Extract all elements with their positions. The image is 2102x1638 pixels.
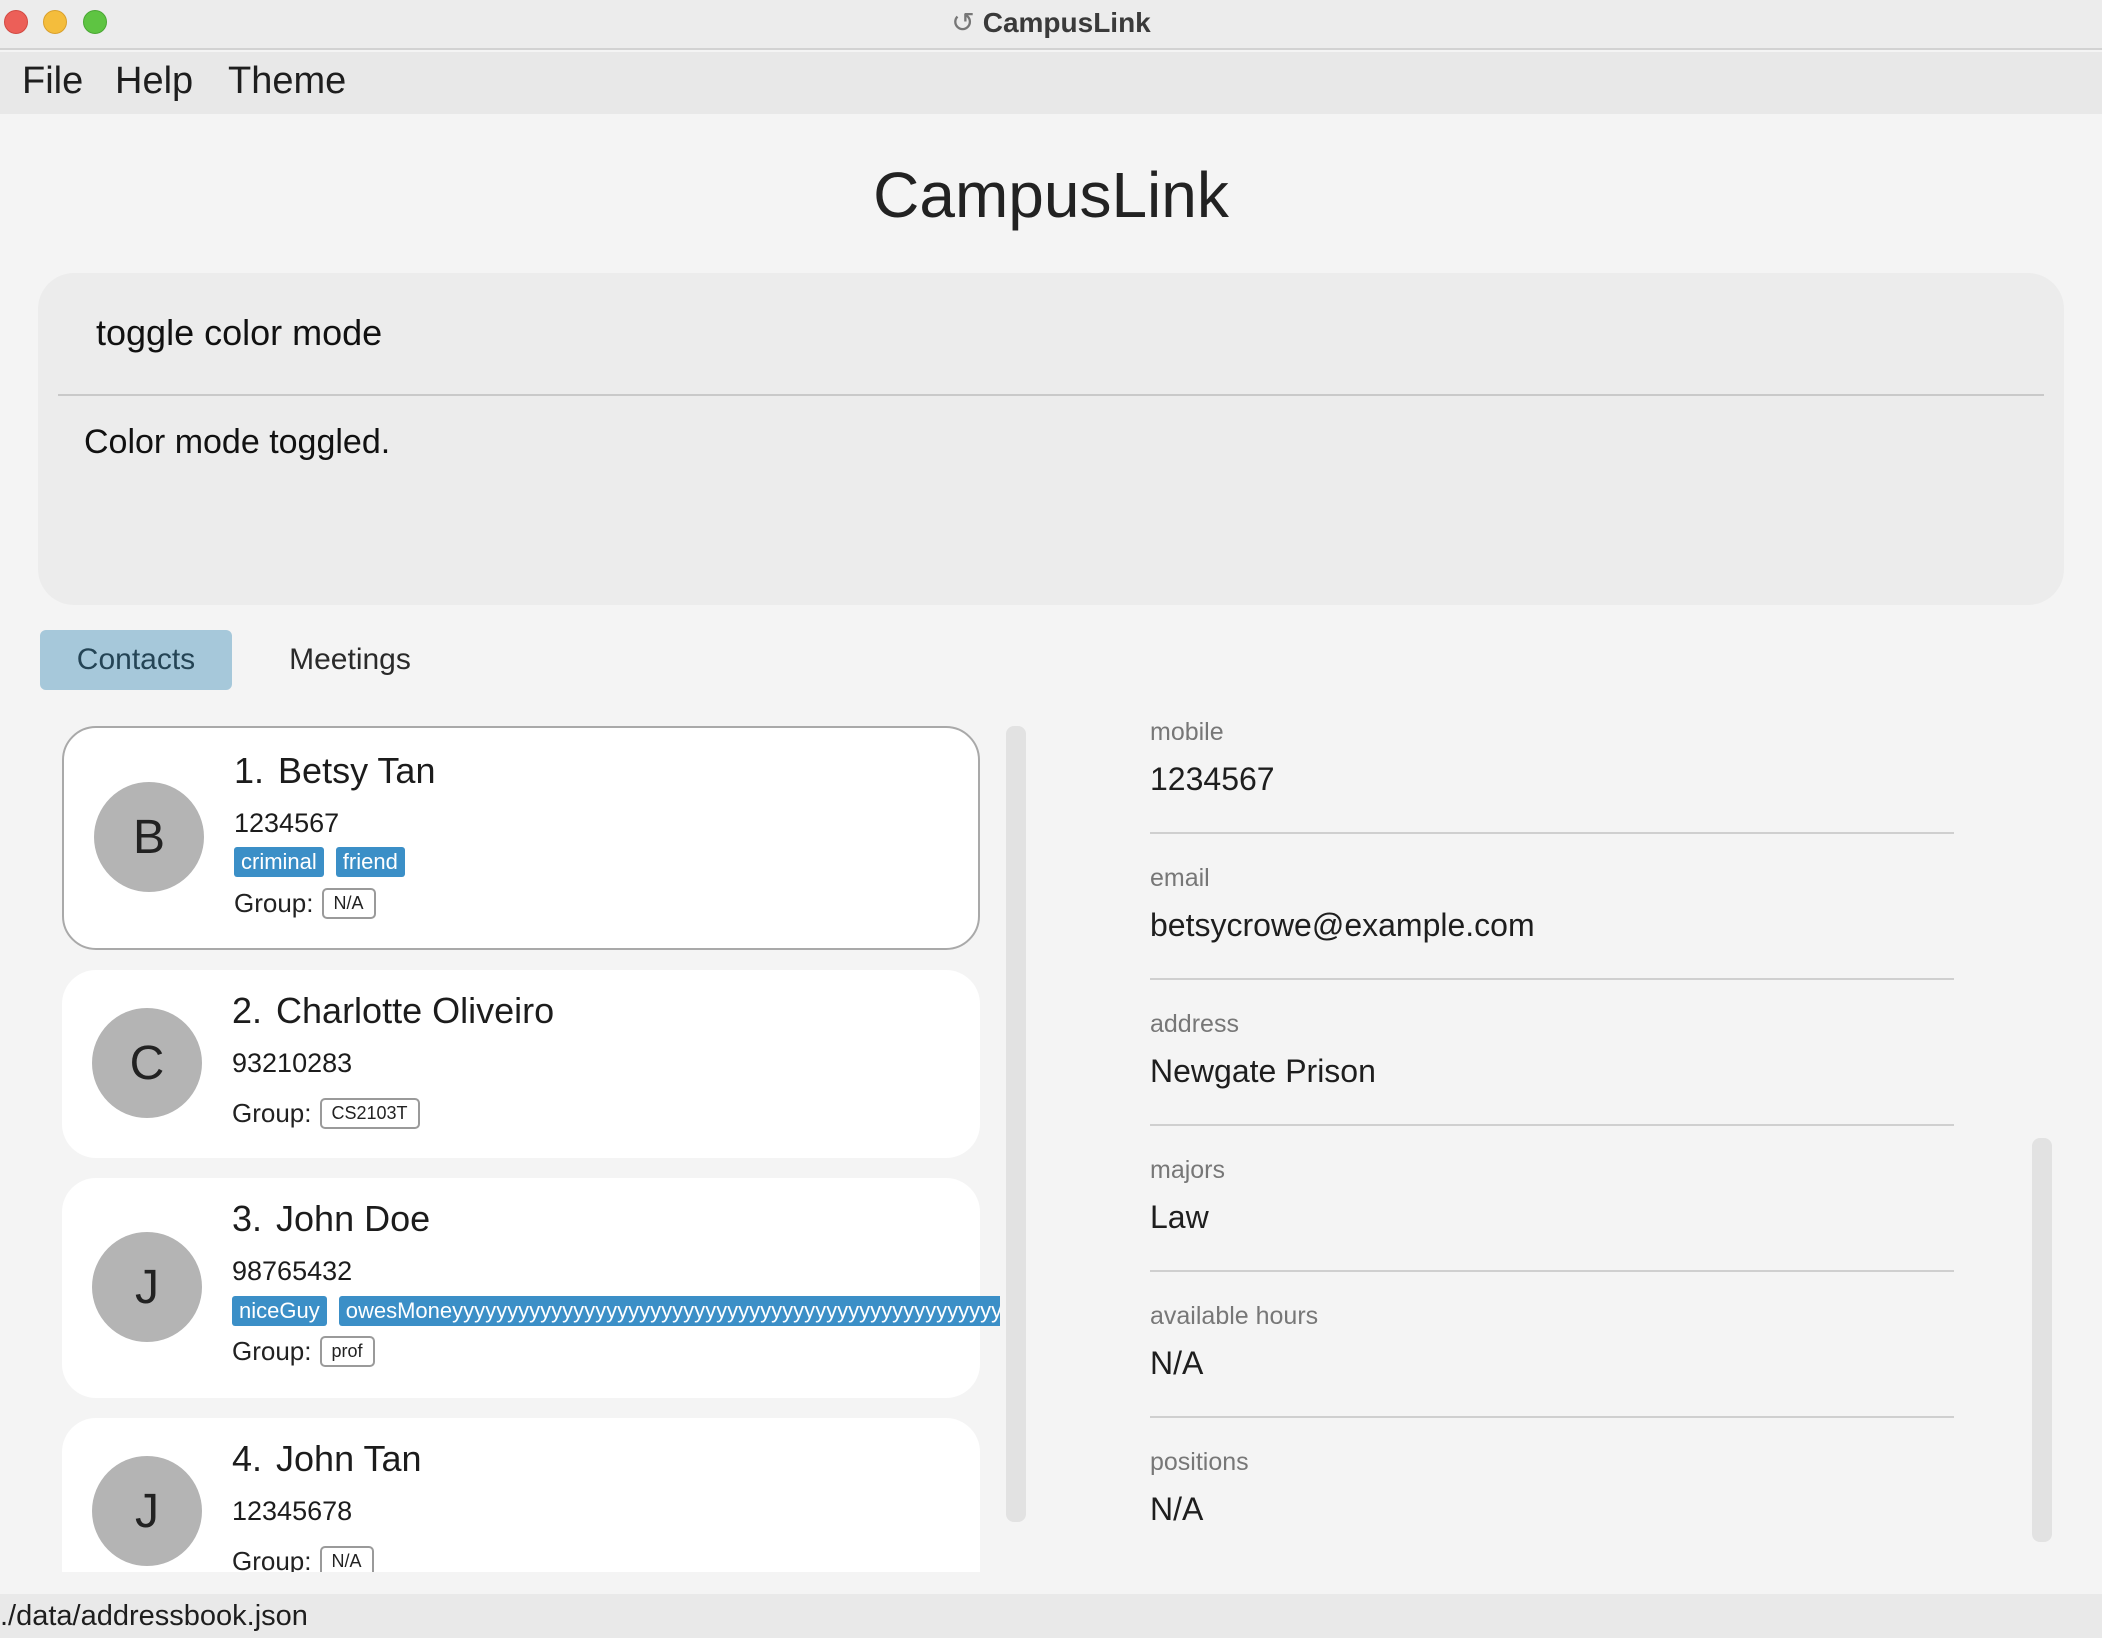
group-badge: N/A [319, 1546, 374, 1572]
contact-phone: 1234567 [234, 808, 340, 838]
tag-badge: owesMoneyyyyyyyyyyyyyyyyyyyyyyyyyyyyyyyy… [338, 1296, 1000, 1326]
tag-list: niceGuy owesMoneyyyyyyyyyyyyyyyyyyyyyyyy… [232, 1296, 1000, 1326]
menu-file[interactable]: File [22, 60, 83, 103]
contact-phone: 93210283 [232, 1048, 353, 1078]
avatar: B [94, 782, 204, 892]
detail-address: address Newgate Prison [1150, 1010, 1954, 1126]
contact-list: B 1. Betsy Tan 1234567 criminal friend Gr… [40, 712, 1000, 1572]
contact-name: 1. Betsy Tan [234, 750, 436, 791]
group-row: Group: CS2103T [232, 1098, 420, 1129]
window-title: ↺ CampusLink [951, 7, 1151, 38]
detail-value: Newgate Prison [1150, 1053, 1376, 1089]
detail-value: 1234567 [1150, 761, 1275, 797]
group-badge: CS2103T [319, 1098, 420, 1129]
detail-value: betsycrowe@example.com [1150, 907, 1535, 943]
detail-divider [1150, 1270, 1954, 1272]
tag-badge: niceGuy [232, 1296, 327, 1326]
contact-card-3[interactable]: J 3. John Doe 98765432 niceGuy owesMoneyy… [62, 1178, 1000, 1398]
contact-phone: 98765432 [232, 1256, 353, 1286]
detail-label: address [1150, 1010, 1239, 1038]
detail-label: positions [1150, 1448, 1249, 1476]
detail-majors: majors Law [1150, 1156, 1954, 1272]
detail-label: mobile [1150, 718, 1224, 746]
detail-value: Law [1150, 1199, 1209, 1235]
group-row: Group: prof [232, 1336, 375, 1367]
menu-bar: File Help Theme [0, 52, 2102, 114]
contact-card-1[interactable]: B 1. Betsy Tan 1234567 criminal friend Gr… [62, 726, 980, 950]
contact-name: 4. John Tan [232, 1438, 422, 1479]
data-file-path: ./data/addressbook.json [0, 1600, 308, 1632]
detail-divider [1150, 1416, 1954, 1418]
command-result-text: Color mode toggled. [84, 423, 391, 461]
contact-name: 3. John Doe [232, 1198, 431, 1239]
tab-contacts[interactable]: Contacts [40, 630, 232, 690]
command-panel: Color mode toggled. [38, 273, 2064, 605]
tab-meetings[interactable]: Meetings [262, 630, 438, 690]
command-input[interactable] [96, 303, 1996, 363]
group-badge: N/A [321, 888, 376, 919]
contact-list-scrollbar[interactable] [1006, 726, 1026, 1522]
tag-list: criminal friend [234, 847, 405, 877]
campuslink-icon: ↺ [951, 7, 975, 38]
avatar: J [92, 1456, 202, 1566]
group-row: Group: N/A [234, 888, 376, 919]
detail-mobile: mobile 1234567 [1150, 718, 1954, 834]
contact-card-2[interactable]: C 2. Charlotte Oliveiro 93210283 Group: C… [62, 970, 980, 1158]
tag-badge: criminal [234, 847, 324, 877]
menu-theme[interactable]: Theme [228, 60, 346, 103]
window-titlebar: ↺ CampusLink [0, 0, 2102, 50]
detail-pane-scrollbar[interactable] [2032, 1138, 2052, 1542]
detail-available-hours: available hours N/A [1150, 1302, 1954, 1418]
status-bar: ./data/addressbook.json [0, 1594, 2102, 1638]
avatar: C [92, 1008, 202, 1118]
detail-label: available hours [1150, 1302, 1319, 1330]
detail-value: N/A [1150, 1491, 1204, 1527]
contact-name: 2. Charlotte Oliveiro [232, 990, 555, 1031]
app-heading: CampusLink [873, 159, 1229, 231]
group-badge: prof [319, 1336, 375, 1367]
group-row: Group: N/A [232, 1546, 374, 1572]
contact-card-4[interactable]: J 4. John Tan 12345678 Group: N/A [62, 1418, 980, 1572]
contact-phone: 12345678 [232, 1496, 353, 1526]
detail-divider [1150, 1124, 1954, 1126]
detail-label: majors [1150, 1156, 1226, 1184]
detail-label: email [1150, 864, 1210, 892]
avatar: J [92, 1232, 202, 1342]
menu-help[interactable]: Help [115, 60, 193, 103]
command-divider [58, 394, 2044, 396]
detail-email: email betsycrowe@example.com [1150, 864, 1954, 980]
detail-divider [1150, 832, 1954, 834]
detail-divider [1150, 978, 1954, 980]
detail-positions: positions N/A [1150, 1448, 1954, 1528]
tag-badge: friend [335, 847, 405, 877]
detail-value: N/A [1150, 1345, 1204, 1381]
